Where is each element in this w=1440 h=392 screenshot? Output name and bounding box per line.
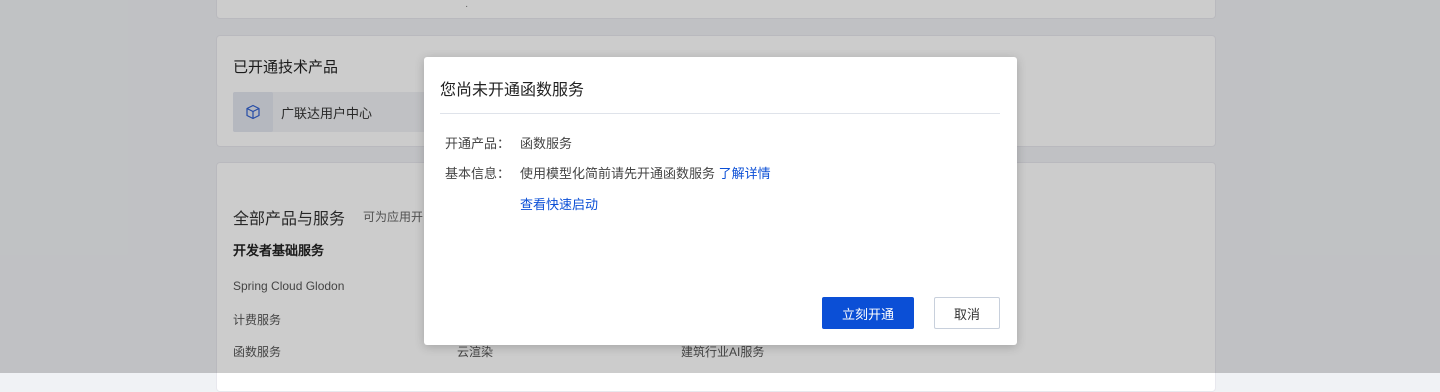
dialog-divider xyxy=(440,113,1000,114)
learn-more-link[interactable]: 了解详情 xyxy=(719,166,771,181)
enable-service-dialog: 您尚未开通函数服务 开通产品： 函数服务 基本信息： 使用模型化简前请先开通函数… xyxy=(424,57,1017,345)
dialog-title: 您尚未开通函数服务 xyxy=(440,82,585,99)
cancel-button[interactable]: 取消 xyxy=(934,297,1000,329)
quickstart-link[interactable]: 查看快速启动 xyxy=(520,194,598,213)
product-label: 开通产品： xyxy=(445,136,511,151)
info-label: 基本信息： xyxy=(445,166,511,181)
product-value: 函数服务 xyxy=(520,136,573,151)
info-value: 使用模型化简前请先开通函数服务 了解详情 xyxy=(520,163,771,182)
enable-now-button[interactable]: 立刻开通 xyxy=(822,297,914,329)
info-text: 使用模型化简前请先开通函数服务 xyxy=(520,166,716,181)
